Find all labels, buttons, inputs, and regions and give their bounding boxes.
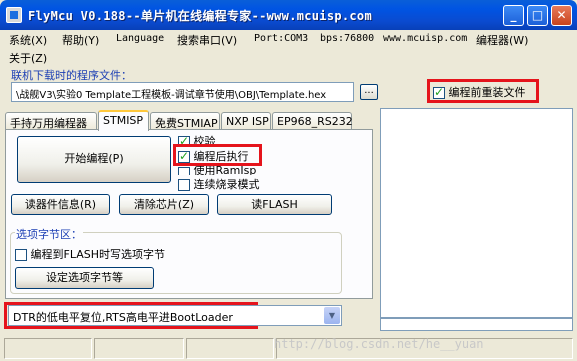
close-button[interactable]: ✕ (551, 5, 572, 26)
browse-button[interactable]: ... (360, 84, 378, 100)
start-program-button[interactable]: 开始编程(P) (17, 136, 171, 183)
watermark: http://blog.csdn.net/he__yuan (274, 337, 484, 351)
menu-help[interactable]: 帮助(Y) (62, 32, 99, 48)
menu-search-port[interactable]: 搜索串口(V) (177, 32, 237, 48)
status-cell-3 (186, 338, 274, 359)
menu-programmer[interactable]: 编程器(W) (476, 32, 528, 48)
reload-before-program-checkbox[interactable] (433, 85, 445, 99)
maximize-button[interactable]: □ (527, 5, 548, 26)
status-cell-2 (94, 338, 184, 359)
reset-mode-select[interactable]: DTR的低电平复位,RTS高电平进BootLoader ▼ (8, 305, 342, 326)
write-option-bytes-checkbox[interactable] (15, 249, 27, 261)
tab-nxp-isp[interactable]: NXP ISP (221, 112, 271, 130)
tab-handheld-programmer[interactable]: 手持万用编程器 (5, 112, 97, 130)
use-ramisp-label: 使用RamIsp (193, 166, 257, 175)
continuous-burn-checkbox[interactable] (178, 179, 190, 191)
option-write-option-bytes[interactable]: 编程到FLASH时写选项字节 (15, 246, 165, 262)
app-icon (6, 7, 22, 23)
chevron-down-icon[interactable]: ▼ (324, 307, 340, 324)
tab-free-stmiap[interactable]: 免费STMIAP (150, 112, 220, 130)
reset-mode-value: DTR的低电平复位,RTS高电平进BootLoader (13, 311, 233, 324)
title-bar: FlyMcu V0.188--单片机在线编程专家--www.mcuisp.com… (0, 0, 577, 30)
set-option-bytes-button[interactable]: 设定选项字节等 (15, 267, 154, 289)
run-after-program-checkbox[interactable] (178, 149, 190, 163)
minimize-button[interactable]: _ (503, 5, 524, 26)
continuous-burn-label: 连续烧录模式 (193, 178, 260, 191)
tab-stmisp[interactable]: STMISP (98, 110, 149, 131)
tab-ep968-rs232[interactable]: EP968_RS232 (272, 112, 353, 130)
option-bytes-group-label: 选项字节区： (15, 226, 83, 242)
menu-site[interactable]: www.mcuisp.com (383, 33, 467, 44)
option-continuous-burn[interactable]: 连续烧录模式 (178, 176, 260, 192)
reload-before-program-label: 编程前重装文件 (448, 86, 526, 99)
option-run-after-program[interactable]: 编程后执行 (178, 148, 249, 164)
menu-port[interactable]: Port:COM3 (254, 33, 308, 44)
run-after-program-label: 编程后执行 (193, 150, 249, 163)
log-horizontal-scrollbar[interactable] (380, 318, 573, 331)
menu-language[interactable]: Language (116, 33, 164, 44)
menu-bar: 系统(X) 帮助(Y) Language 搜索串口(V) Port:COM3 b… (0, 30, 577, 66)
menu-system[interactable]: 系统(X) (9, 32, 47, 48)
erase-chip-button[interactable]: 清除芯片(Z) (119, 194, 209, 215)
write-option-bytes-label: 编程到FLASH时写选项字节 (30, 248, 166, 261)
status-cell-1 (4, 338, 92, 359)
program-file-label: 联机下载时的程序文件： (11, 69, 132, 82)
program-file-input[interactable]: \战舰V3\实验0 Template工程模板-调试章节使用\OBJ\Templa… (11, 82, 354, 102)
read-flash-button[interactable]: 读FLASH (217, 194, 332, 215)
option-use-ramisp[interactable]: 使用RamIsp (178, 166, 256, 175)
window-title: FlyMcu V0.188--单片机在线编程专家--www.mcuisp.com (28, 9, 372, 23)
menu-about[interactable]: 关于(Z) (9, 50, 47, 66)
use-ramisp-checkbox[interactable] (178, 167, 190, 175)
read-device-info-button[interactable]: 读器件信息(R) (11, 194, 110, 215)
log-output[interactable] (380, 108, 573, 318)
reload-before-program-option[interactable]: 编程前重装文件 (433, 84, 526, 100)
menu-bps[interactable]: bps:76800 (320, 33, 374, 44)
